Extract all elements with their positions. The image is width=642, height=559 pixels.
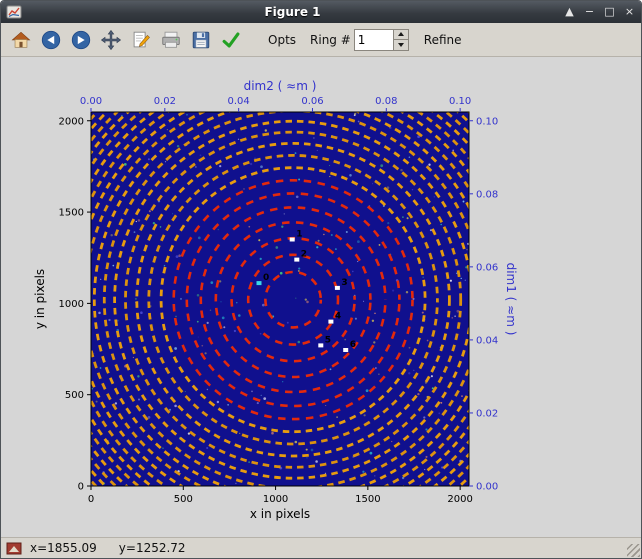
resize-grip[interactable] (627, 544, 640, 557)
spin-down-button[interactable] (394, 39, 408, 50)
control-point-marker[interactable] (318, 343, 323, 347)
y-tick-label: 500 (65, 390, 84, 401)
chevron-down-icon (398, 43, 404, 47)
top-axis-label: dim2 ( ≈m ) (244, 79, 317, 93)
shade-button[interactable]: ▲ (563, 2, 576, 22)
save-icon (190, 29, 212, 51)
top-tick-label: 0.10 (449, 96, 471, 107)
x-tick-label: 500 (174, 494, 193, 505)
x-tick-label: 1000 (263, 494, 288, 505)
forward-button[interactable] (67, 26, 95, 54)
figure-canvas[interactable]: 0 1 2 3 4 5 6 0 500 1000 1500 2000 0 500 1000 1500 2000 0… (1, 57, 641, 537)
y-tick-label: 1000 (59, 299, 84, 310)
right-tick-label: 0.08 (476, 189, 498, 200)
window-icon (6, 4, 22, 20)
x-tick-label: 0 (88, 494, 94, 505)
control-point-label: 2 (301, 250, 307, 260)
control-point-marker[interactable] (343, 348, 348, 352)
opts-button[interactable]: Opts (265, 31, 299, 49)
control-point-marker[interactable] (335, 286, 340, 290)
y-tick-label: 1500 (59, 208, 84, 219)
top-tick-label: 0.02 (154, 96, 176, 107)
cursor-y-readout: y=1252.72 (119, 541, 186, 555)
forward-icon (70, 29, 92, 51)
print-icon (160, 29, 182, 51)
right-tick-label: 0.00 (476, 482, 498, 493)
control-point-label: 1 (296, 230, 302, 240)
edit-button[interactable] (127, 26, 155, 54)
back-button[interactable] (37, 26, 65, 54)
chevron-up-icon (398, 32, 404, 36)
check-icon (220, 29, 242, 51)
window-controls: ▲ − □ × (563, 2, 636, 22)
back-icon (40, 29, 62, 51)
control-point-marker[interactable] (257, 281, 262, 285)
titlebar[interactable]: Figure 1 ▲ − □ × (1, 1, 641, 23)
top-tick-label: 0.00 (80, 96, 102, 107)
figure-window: Figure 1 ▲ − □ × (0, 0, 642, 559)
check-button[interactable] (217, 26, 245, 54)
right-tick-label: 0.06 (476, 262, 498, 273)
home-button[interactable] (7, 26, 35, 54)
minimize-button[interactable]: − (583, 2, 596, 22)
control-point-label: 0 (263, 273, 269, 283)
x-axis-label: x in pixels (91, 507, 469, 521)
control-point-label: 6 (350, 340, 356, 350)
x-tick-label: 2000 (447, 494, 472, 505)
spin-buttons (393, 30, 408, 50)
top-tick-label: 0.06 (301, 96, 323, 107)
refine-button[interactable]: Refine (421, 31, 465, 49)
right-tick-label: 0.10 (476, 116, 498, 127)
y-axis-label: y in pixels (33, 269, 47, 329)
control-point-marker[interactable] (294, 258, 299, 262)
statusbar-icon (6, 540, 22, 556)
save-button[interactable] (187, 26, 215, 54)
x-tick-label: 1500 (355, 494, 380, 505)
plot-area[interactable]: 0 1 2 3 4 5 6 0 500 1000 1500 2000 0 500 1000 1500 2000 0… (1, 57, 641, 537)
ring-spinbox (354, 29, 409, 51)
ring-number-input[interactable] (355, 30, 393, 50)
control-point-marker[interactable] (290, 238, 295, 242)
right-tick-label: 0.02 (476, 408, 498, 419)
spin-up-button[interactable] (394, 30, 408, 40)
cursor-x-readout: x=1855.09 (30, 541, 97, 555)
home-icon (10, 29, 32, 51)
pan-button[interactable] (97, 26, 125, 54)
close-button[interactable]: × (623, 2, 636, 22)
right-axis-label: dim1 ( ≈m ) (504, 263, 518, 336)
window-title: Figure 1 (22, 5, 563, 19)
y-tick-label: 2000 (59, 116, 84, 127)
control-point-marker[interactable] (328, 320, 333, 324)
top-tick-label: 0.08 (375, 96, 397, 107)
print-button[interactable] (157, 26, 185, 54)
control-point-label: 5 (325, 335, 331, 345)
control-point-label: 4 (335, 312, 341, 322)
toolbar: Opts Ring # Refine (1, 23, 641, 57)
right-tick-label: 0.04 (476, 335, 498, 346)
edit-icon (130, 29, 152, 51)
top-tick-label: 0.04 (228, 96, 250, 107)
ring-number-label: Ring # (310, 33, 351, 47)
y-tick-label: 0 (78, 482, 84, 493)
statusbar: x=1855.09 y=1252.72 (1, 537, 641, 558)
maximize-button[interactable]: □ (603, 2, 616, 22)
pan-icon (100, 29, 122, 51)
control-point-label: 3 (341, 278, 347, 288)
